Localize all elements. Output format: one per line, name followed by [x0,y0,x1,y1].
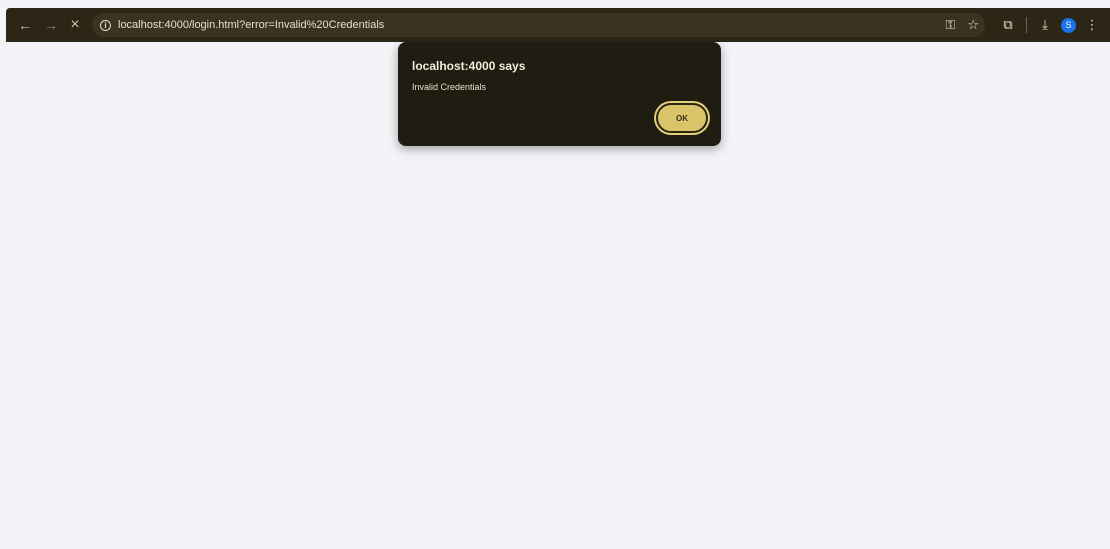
dialog-title: localhost:4000 says [412,59,526,73]
profile-avatar[interactable]: S [1061,17,1076,33]
site-info-icon[interactable]: i [100,19,111,31]
address-bar[interactable]: i localhost:4000/login.html?error=Invali… [92,13,985,37]
ok-button-label: OK [676,113,688,123]
extensions-icon[interactable]: ⧉ [996,17,1020,33]
back-arrow-icon: ← [18,17,32,33]
window-top-strip [0,0,1110,8]
download-icon[interactable]: ⤓ [1033,17,1057,33]
ok-button[interactable]: OK [656,103,708,133]
password-key-icon[interactable]: ⚿ [945,17,955,33]
bookmark-star-icon[interactable]: ☆ [967,17,979,33]
address-bar-actions: ⚿ ☆ [945,13,979,37]
alert-dialog: localhost:4000 says Invalid Credentials … [398,42,721,146]
toolbar-actions: ⧉ ⤓ S ⋮ [996,8,1108,42]
browser-toolbar: ← → × i localhost:4000/login.html?error=… [6,8,1110,42]
toolbar-divider [1026,17,1027,33]
dialog-message: Invalid Credentials [412,82,487,92]
close-icon: × [70,16,80,33]
back-button[interactable]: ← [12,8,38,42]
stop-loading-button[interactable]: × [62,8,88,42]
kebab-menu-icon[interactable]: ⋮ [1080,17,1104,33]
url-text[interactable]: localhost:4000/login.html?error=Invalid%… [118,19,384,31]
avatar-letter: S [1065,20,1072,30]
forward-arrow-icon: → [44,17,58,33]
forward-button[interactable]: → [38,8,64,42]
